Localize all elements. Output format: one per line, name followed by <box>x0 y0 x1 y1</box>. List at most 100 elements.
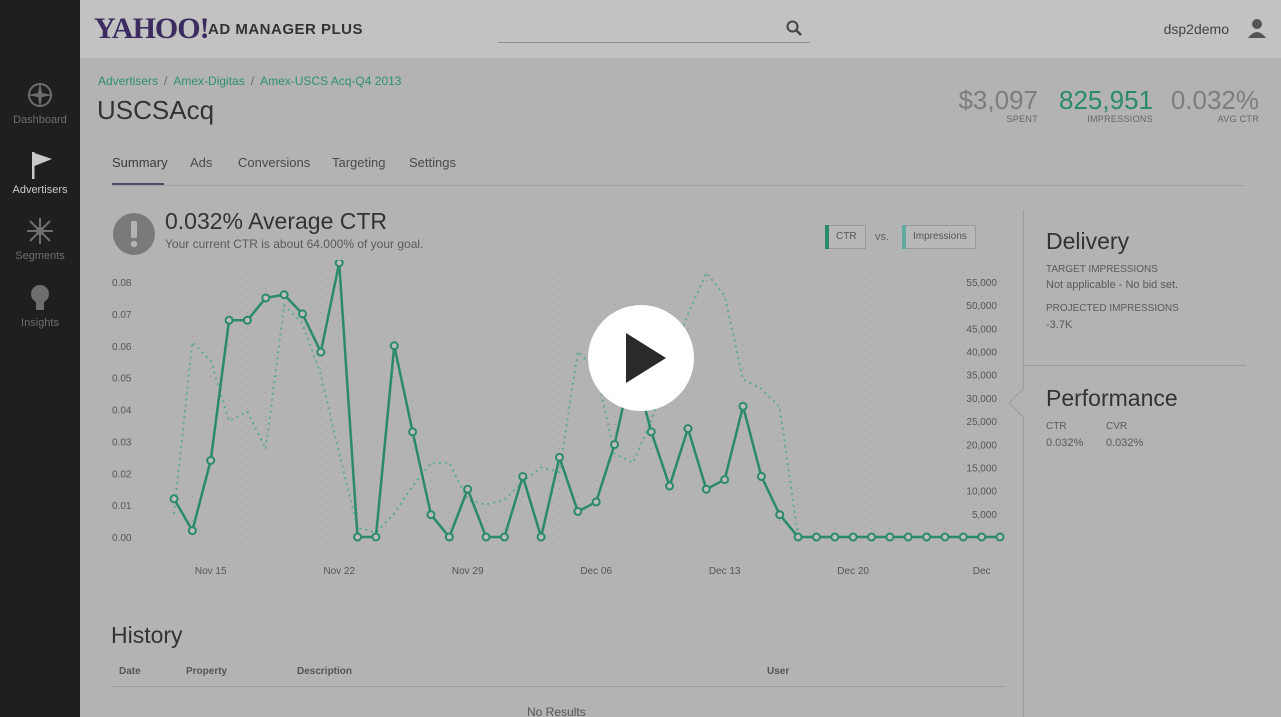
ctr-point <box>775 510 785 520</box>
ctr-point <box>720 475 730 485</box>
legend-ctr-button[interactable]: CTR <box>825 225 866 249</box>
ctr-point <box>793 532 803 542</box>
ctr-point <box>811 532 821 542</box>
y-right-tick-label: 15,000 <box>966 463 997 474</box>
ctr-point <box>610 440 620 450</box>
lightbulb-icon <box>31 285 49 310</box>
history-col-date[interactable]: Date <box>119 666 141 677</box>
search-icon[interactable] <box>786 20 802 36</box>
y-left-tick-label: 0.01 <box>112 501 132 512</box>
tab-settings[interactable]: Settings <box>409 155 456 170</box>
ctr-point <box>297 309 307 319</box>
ctr-point <box>756 471 766 481</box>
legend-ctr-label: CTR <box>836 231 857 242</box>
projected-impressions-label: PROJECTED IMPRESSIONS <box>1046 303 1179 314</box>
y-left-tick-label: 0.02 <box>112 469 132 480</box>
ctr-point <box>867 532 877 542</box>
product-name: AD MANAGER PLUS <box>208 21 364 38</box>
compass-icon <box>27 82 53 108</box>
ctr-point <box>922 532 932 542</box>
app-main: YAHOO! AD MANAGER PLUS dsp2demo Advertis… <box>80 0 1281 717</box>
tab-ads[interactable]: Ads <box>190 155 212 170</box>
ctr-point <box>591 497 601 507</box>
ctr-point <box>261 293 271 303</box>
ctr-point <box>389 341 399 351</box>
page-title: USCSAcq <box>97 95 215 125</box>
breadcrumb-advertiser[interactable]: Amex-Digitas <box>173 74 244 88</box>
stat-spent: $3,097 SPENT <box>958 86 1038 124</box>
x-tick-label: Dec 13 <box>709 566 741 577</box>
history-col-property[interactable]: Property <box>186 666 227 677</box>
video-play-button[interactable] <box>588 305 694 411</box>
ctr-point <box>279 290 289 300</box>
y-right-tick-label: 10,000 <box>966 487 997 498</box>
stat-value: 825,951 <box>1059 85 1153 115</box>
top-header: YAHOO! AD MANAGER PLUS dsp2demo <box>80 0 1281 58</box>
perf-ctr-value: 0.032% <box>1046 437 1084 449</box>
y-left-tick-label: 0.08 <box>112 278 132 289</box>
sidebar-item-label: Insights <box>21 317 59 329</box>
perf-cvr-label: CVR <box>1106 421 1128 432</box>
ctr-point <box>958 532 968 542</box>
perf-cvr-value: 0.032% <box>1106 437 1144 449</box>
yahoo-logo[interactable]: YAHOO! <box>94 12 210 46</box>
ctr-point <box>977 532 987 542</box>
ctr-point <box>995 532 1005 542</box>
ctr-point <box>683 424 693 434</box>
ctr-point <box>554 452 564 462</box>
history-col-user[interactable]: User <box>767 666 789 677</box>
perf-ctr-label: CTR <box>1046 421 1067 432</box>
user-icon[interactable] <box>1247 18 1267 38</box>
tab-bar: Summary Ads Conversions Targeting Settin… <box>112 138 1245 186</box>
flag-icon <box>32 152 52 179</box>
sidebar-item-insights[interactable]: Insights <box>0 283 80 329</box>
ctr-point <box>334 260 344 268</box>
y-left-tick-label: 0.06 <box>112 342 132 353</box>
x-tick-label: Dec 06 <box>580 566 612 577</box>
history-title: History <box>111 622 183 648</box>
y-left-tick-label: 0.00 <box>112 533 132 544</box>
sidebar-item-label: Segments <box>15 250 65 262</box>
y-left-tick-label: 0.05 <box>112 374 132 385</box>
series-line-ctr <box>172 262 1000 542</box>
panel-pointer-arrow <box>1008 388 1024 418</box>
legend-impressions-button[interactable]: Impressions <box>902 225 976 249</box>
sidebar-item-label: Dashboard <box>13 114 67 126</box>
active-tab-indicator <box>112 183 164 185</box>
sidebar-item-segments[interactable]: Segments <box>0 216 80 262</box>
sidebar-item-dashboard[interactable]: Dashboard <box>0 80 80 126</box>
y-right-tick-label: 40,000 <box>966 348 997 359</box>
ctr-point <box>187 526 197 536</box>
y-left-tick-label: 0.03 <box>112 437 132 448</box>
ctr-point <box>536 532 546 542</box>
panel-divider <box>1024 365 1246 366</box>
x-tick-label: Nov 22 <box>323 566 355 577</box>
stat-label: SPENT <box>1006 114 1038 124</box>
tab-conversions[interactable]: Conversions <box>238 155 310 170</box>
ctr-point <box>830 532 840 542</box>
target-impressions-label: TARGET IMPRESSIONS <box>1046 264 1158 275</box>
ctr-point <box>885 532 895 542</box>
user-name[interactable]: dsp2demo <box>1164 21 1229 37</box>
search-input[interactable] <box>498 17 810 43</box>
breadcrumb-campaign[interactable]: Amex-USCS Acq-Q4 2013 <box>260 74 401 88</box>
history-col-description[interactable]: Description <box>297 666 352 677</box>
tab-summary[interactable]: Summary <box>112 155 168 170</box>
y-right-tick-label: 35,000 <box>966 371 997 382</box>
ctr-point <box>665 481 675 491</box>
segments-icon <box>27 218 53 244</box>
series-line-impressions <box>173 270 1000 538</box>
history-header-divider <box>112 686 1005 687</box>
x-tick-label: Nov 29 <box>452 566 484 577</box>
sidebar-item-advertisers[interactable]: Advertisers <box>0 150 80 196</box>
legend-vs: vs. <box>875 231 890 243</box>
ctr-point <box>316 347 326 357</box>
ctr-subtext: Your current CTR is about 64.000% of you… <box>165 237 424 251</box>
projected-impressions-value: -3.7K <box>1046 319 1073 331</box>
tab-targeting[interactable]: Targeting <box>332 155 385 170</box>
side-summary-panel: Delivery TARGET IMPRESSIONS Not applicab… <box>1008 210 1246 717</box>
y-left-tick-label: 0.04 <box>112 406 132 417</box>
legend-ctr-swatch <box>825 225 829 249</box>
alert-icon <box>113 213 155 255</box>
breadcrumb-advertisers[interactable]: Advertisers <box>98 74 158 88</box>
